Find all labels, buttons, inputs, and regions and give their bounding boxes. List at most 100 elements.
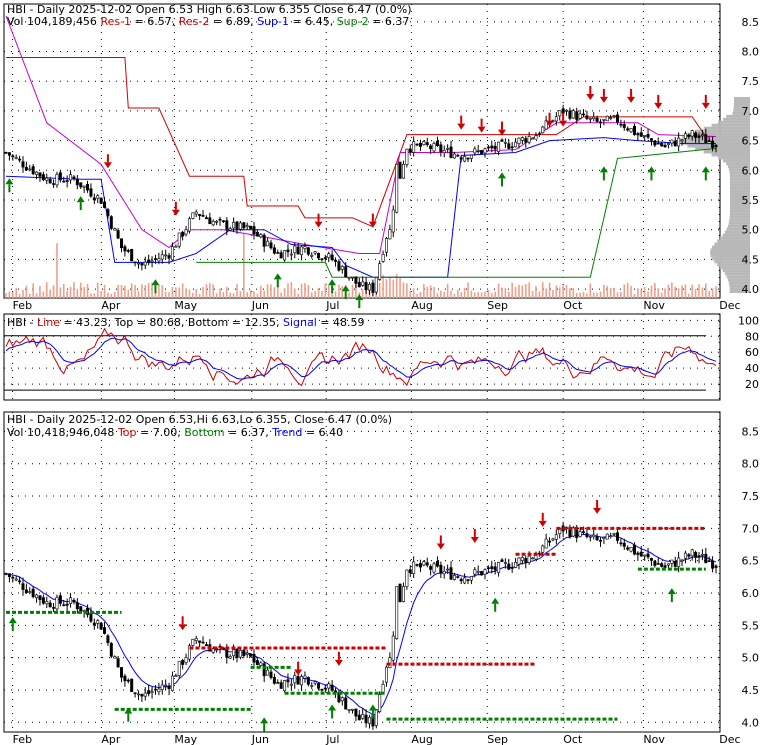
candle-body (439, 564, 443, 574)
candle-body (58, 172, 62, 181)
volume-bar (463, 287, 466, 298)
volume-bar (569, 288, 571, 298)
candle-body (242, 649, 246, 657)
candle-body (378, 263, 382, 280)
candle-body (412, 141, 416, 153)
volume-bar (501, 287, 503, 298)
volume-bar (18, 293, 21, 298)
candle-body (89, 612, 93, 622)
candle-body (310, 254, 314, 257)
volume-bar (300, 283, 303, 298)
bot-y-tick: 4.5 (742, 684, 760, 697)
volume-bar (660, 292, 663, 298)
candle-body (670, 559, 674, 564)
candle-body (711, 140, 715, 148)
volume-bar (215, 293, 218, 298)
candle-body (201, 215, 205, 217)
volume-bar (154, 292, 157, 298)
volume-bar (477, 292, 480, 298)
volume-bar (484, 291, 486, 298)
candle-body (174, 245, 178, 248)
volume-bar (385, 279, 388, 298)
candle-body (323, 257, 327, 259)
candle-body (48, 602, 52, 608)
candle-body (347, 276, 351, 279)
volume-bar (511, 282, 513, 298)
candle-body (75, 178, 79, 186)
info-part: Top (117, 426, 137, 439)
volume-bar (664, 288, 666, 298)
candle-body (653, 140, 657, 146)
volume-bar (654, 282, 656, 298)
volume-bar (212, 284, 215, 298)
candle-body (395, 164, 399, 213)
info-part: = 6.45, (289, 15, 337, 28)
volume-bar (246, 292, 248, 298)
candle-body (160, 254, 164, 260)
candle-body (435, 561, 439, 567)
candle-body (140, 694, 144, 697)
volume-profile-bar (703, 150, 750, 154)
volume-profile-bar (729, 206, 750, 210)
candle-body (422, 141, 426, 145)
candle-body (367, 716, 371, 724)
candle-body (619, 123, 623, 126)
candle-body (99, 622, 103, 630)
candle-body (677, 137, 681, 147)
candle-body (609, 117, 613, 119)
candle-body (170, 246, 174, 261)
bottom-info-line1: HBI - Daily 2025-12-02 Open 6.53,Hi 6.63… (7, 413, 392, 426)
candle-body (632, 125, 636, 135)
volume-bar (633, 293, 636, 298)
top-y-tick: 8.5 (742, 16, 760, 29)
candle-body (14, 578, 18, 581)
volume-bar (460, 292, 463, 298)
volume-bar (192, 292, 194, 298)
volume-bar (209, 283, 211, 298)
candle-body (466, 579, 470, 581)
volume-bar (399, 277, 401, 298)
candle-body (147, 690, 151, 694)
candle-body (585, 533, 589, 537)
candle-body (571, 110, 575, 119)
volume-bar (674, 286, 677, 298)
bot-y-tick: 5.0 (742, 652, 760, 665)
candle-body (82, 185, 86, 188)
candle-body (72, 176, 76, 179)
candle-body (286, 679, 290, 683)
volume-bar (327, 285, 330, 298)
candle-body (622, 124, 626, 128)
volume-bar (440, 290, 442, 298)
candle-body (160, 684, 164, 690)
candle-body (317, 683, 321, 689)
candle-body (218, 218, 222, 221)
volume-bar (28, 293, 31, 298)
candle-body (41, 174, 45, 181)
volume-profile-bar (729, 215, 750, 219)
candle-body (418, 563, 422, 568)
volume-bar (188, 289, 191, 298)
volume-bar (242, 232, 245, 298)
volume-bar (626, 282, 629, 298)
candle-body (242, 222, 246, 229)
volume-bar (338, 284, 340, 298)
volume-bar (620, 291, 622, 298)
volume-profile-bar (729, 209, 750, 213)
candle-body (503, 562, 507, 564)
candle-body (69, 597, 73, 604)
candle-body (21, 161, 25, 168)
volume-profile-bar (718, 156, 750, 160)
volume-bar (314, 291, 316, 298)
month-label: Jun (251, 299, 269, 312)
candle-body (697, 555, 701, 558)
volume-bar (171, 287, 174, 298)
candle-body (673, 140, 677, 147)
candle-body (99, 197, 103, 204)
candle-body (306, 676, 310, 685)
candle-body (28, 168, 32, 171)
candle-body (493, 566, 497, 571)
volume-bar (589, 283, 592, 298)
volume-bar (586, 293, 588, 298)
candle-body (28, 591, 32, 593)
candle-body (35, 171, 39, 175)
